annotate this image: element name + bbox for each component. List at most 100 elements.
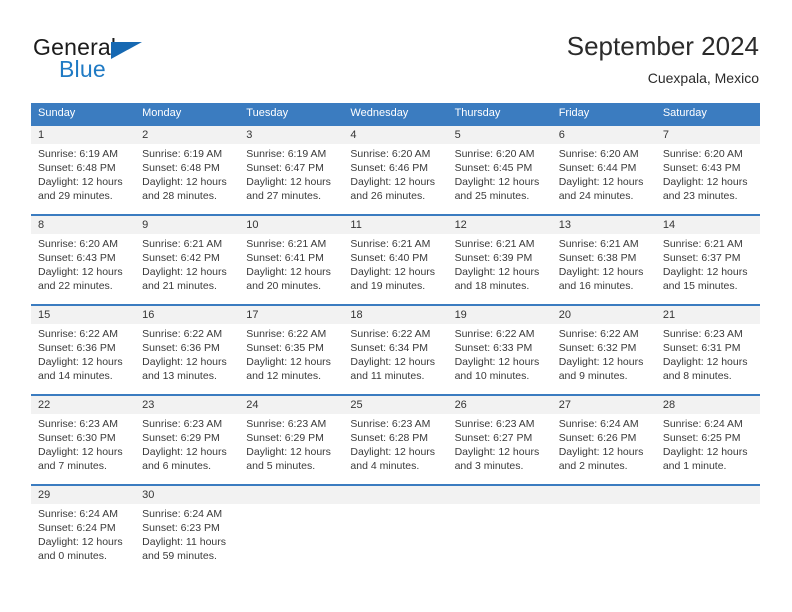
day-cell[interactable]: Sunrise: 6:22 AM Sunset: 6:36 PM Dayligh… — [135, 324, 239, 394]
day-cell[interactable]: Sunrise: 6:20 AM Sunset: 6:43 PM Dayligh… — [656, 144, 760, 214]
day-number[interactable]: 18 — [343, 306, 447, 324]
day-cell[interactable]: Sunrise: 6:21 AM Sunset: 6:38 PM Dayligh… — [552, 234, 656, 304]
day-cell[interactable]: Sunrise: 6:23 AM Sunset: 6:28 PM Dayligh… — [343, 414, 447, 484]
day-cell[interactable]: Sunrise: 6:23 AM Sunset: 6:31 PM Dayligh… — [656, 324, 760, 394]
day-cell[interactable]: Sunrise: 6:21 AM Sunset: 6:42 PM Dayligh… — [135, 234, 239, 304]
daylight-text-line1: Daylight: 12 hours — [38, 266, 123, 278]
day-cell[interactable]: Sunrise: 6:23 AM Sunset: 6:29 PM Dayligh… — [135, 414, 239, 484]
day-number[interactable]: 3 — [239, 126, 343, 144]
day-number[interactable]: 14 — [656, 216, 760, 234]
day-number[interactable]: 28 — [656, 396, 760, 414]
sunrise-text: Sunrise: 6:21 AM — [558, 238, 639, 250]
day-cell[interactable]: Sunrise: 6:20 AM Sunset: 6:45 PM Dayligh… — [448, 144, 552, 214]
day-cell[interactable]: Sunrise: 6:19 AM Sunset: 6:48 PM Dayligh… — [135, 144, 239, 214]
daylight-text-line1: Daylight: 12 hours — [142, 266, 227, 278]
daylight-text-line2: and 9 minutes. — [558, 370, 628, 382]
day-number[interactable]: 7 — [656, 126, 760, 144]
daylight-text-line1: Daylight: 12 hours — [558, 266, 644, 278]
day-cell[interactable]: Sunrise: 6:22 AM Sunset: 6:33 PM Dayligh… — [448, 324, 552, 394]
day-cell[interactable]: Sunrise: 6:21 AM Sunset: 6:39 PM Dayligh… — [448, 234, 552, 304]
daylight-text-line2: and 20 minutes. — [246, 280, 321, 292]
day-cell[interactable]: Sunrise: 6:20 AM Sunset: 6:46 PM Dayligh… — [343, 144, 447, 214]
day-cell[interactable]: Sunrise: 6:22 AM Sunset: 6:36 PM Dayligh… — [31, 324, 135, 394]
daylight-text-line1: Daylight: 12 hours — [454, 176, 540, 188]
day-number[interactable]: 24 — [239, 396, 343, 414]
day-cell[interactable]: Sunrise: 6:22 AM Sunset: 6:32 PM Dayligh… — [552, 324, 656, 394]
sunset-text: Sunset: 6:44 PM — [558, 162, 637, 174]
day-number[interactable]: 27 — [552, 396, 656, 414]
day-number[interactable]: 17 — [239, 306, 343, 324]
day-cell[interactable]: Sunrise: 6:23 AM Sunset: 6:30 PM Dayligh… — [31, 414, 135, 484]
day-number[interactable]: 30 — [135, 486, 239, 504]
page-subtitle-location: Cuexpala, Mexico — [647, 70, 759, 86]
daylight-text-line1: Daylight: 12 hours — [350, 266, 436, 278]
sunrise-text: Sunrise: 6:22 AM — [350, 328, 431, 340]
weekday-header-monday: Monday — [142, 107, 182, 119]
daylight-text-line1: Daylight: 12 hours — [454, 266, 540, 278]
day-cell[interactable]: Sunrise: 6:19 AM Sunset: 6:47 PM Dayligh… — [239, 144, 343, 214]
week-date-band: 22 23 24 25 26 27 28 — [31, 396, 760, 414]
daylight-text-line1: Daylight: 12 hours — [558, 176, 644, 188]
sunrise-text: Sunrise: 6:20 AM — [454, 148, 535, 160]
day-cell[interactable]: Sunrise: 6:21 AM Sunset: 6:37 PM Dayligh… — [656, 234, 760, 304]
day-cell[interactable]: Sunrise: 6:20 AM Sunset: 6:43 PM Dayligh… — [31, 234, 135, 304]
sunrise-text: Sunrise: 6:22 AM — [142, 328, 223, 340]
day-cell[interactable]: Sunrise: 6:21 AM Sunset: 6:40 PM Dayligh… — [343, 234, 447, 304]
day-cell[interactable]: Sunrise: 6:24 AM Sunset: 6:23 PM Dayligh… — [135, 504, 239, 574]
sunrise-text: Sunrise: 6:22 AM — [558, 328, 639, 340]
sunrise-text: Sunrise: 6:22 AM — [38, 328, 118, 340]
day-number[interactable]: 8 — [31, 216, 135, 234]
day-cell[interactable]: Sunrise: 6:23 AM Sunset: 6:29 PM Dayligh… — [239, 414, 343, 484]
daylight-text-line2: and 21 minutes. — [142, 280, 217, 292]
day-cell[interactable]: Sunrise: 6:22 AM Sunset: 6:34 PM Dayligh… — [343, 324, 447, 394]
day-cell[interactable]: Sunrise: 6:24 AM Sunset: 6:24 PM Dayligh… — [31, 504, 135, 574]
day-cell[interactable]: Sunrise: 6:24 AM Sunset: 6:26 PM Dayligh… — [552, 414, 656, 484]
day-number[interactable]: 9 — [135, 216, 239, 234]
day-cell[interactable]: Sunrise: 6:23 AM Sunset: 6:27 PM Dayligh… — [448, 414, 552, 484]
general-blue-logo[interactable]: General Blue — [33, 34, 233, 86]
sunset-text: Sunset: 6:48 PM — [38, 162, 116, 174]
day-cell[interactable]: Sunrise: 6:20 AM Sunset: 6:44 PM Dayligh… — [552, 144, 656, 214]
daylight-text-line2: and 0 minutes. — [38, 550, 107, 562]
day-number[interactable]: 22 — [31, 396, 135, 414]
day-cell-empty — [656, 504, 760, 574]
sunrise-text: Sunrise: 6:20 AM — [350, 148, 431, 160]
day-number[interactable]: 12 — [448, 216, 552, 234]
sunrise-text: Sunrise: 6:19 AM — [38, 148, 118, 160]
day-number[interactable]: 20 — [552, 306, 656, 324]
day-number[interactable]: 15 — [31, 306, 135, 324]
sunrise-text: Sunrise: 6:22 AM — [246, 328, 327, 340]
calendar-page: General Blue September 2024 Cuexpala, Me… — [0, 0, 792, 612]
sunset-text: Sunset: 6:47 PM — [246, 162, 324, 174]
day-number[interactable]: 1 — [31, 126, 135, 144]
week-detail-band: Sunrise: 6:19 AM Sunset: 6:48 PM Dayligh… — [31, 144, 760, 214]
day-cell[interactable]: Sunrise: 6:21 AM Sunset: 6:41 PM Dayligh… — [239, 234, 343, 304]
day-cell[interactable]: Sunrise: 6:22 AM Sunset: 6:35 PM Dayligh… — [239, 324, 343, 394]
sunrise-text: Sunrise: 6:23 AM — [662, 328, 743, 340]
day-number[interactable]: 10 — [239, 216, 343, 234]
day-number[interactable]: 29 — [31, 486, 135, 504]
day-number[interactable]: 13 — [552, 216, 656, 234]
sunrise-text: Sunrise: 6:19 AM — [246, 148, 327, 160]
day-number[interactable]: 4 — [343, 126, 447, 144]
day-number[interactable]: 2 — [135, 126, 239, 144]
day-number[interactable]: 11 — [343, 216, 447, 234]
daylight-text-line1: Daylight: 12 hours — [558, 446, 644, 458]
day-cell-empty — [343, 504, 447, 574]
day-cell[interactable]: Sunrise: 6:19 AM Sunset: 6:48 PM Dayligh… — [31, 144, 135, 214]
day-number[interactable]: 5 — [448, 126, 552, 144]
daylight-text-line2: and 8 minutes. — [662, 370, 732, 382]
day-number[interactable]: 19 — [448, 306, 552, 324]
sunrise-text: Sunrise: 6:23 AM — [142, 418, 223, 430]
day-number[interactable]: 21 — [656, 306, 760, 324]
week-date-band: 29 30 — [31, 486, 760, 504]
day-number[interactable]: 23 — [135, 396, 239, 414]
daylight-text-line2: and 26 minutes. — [350, 190, 426, 202]
day-number[interactable]: 6 — [552, 126, 656, 144]
day-number[interactable]: 25 — [343, 396, 447, 414]
day-number-empty — [239, 486, 343, 504]
day-number[interactable]: 16 — [135, 306, 239, 324]
day-cell[interactable]: Sunrise: 6:24 AM Sunset: 6:25 PM Dayligh… — [656, 414, 760, 484]
sunrise-text: Sunrise: 6:23 AM — [246, 418, 327, 430]
day-number[interactable]: 26 — [448, 396, 552, 414]
